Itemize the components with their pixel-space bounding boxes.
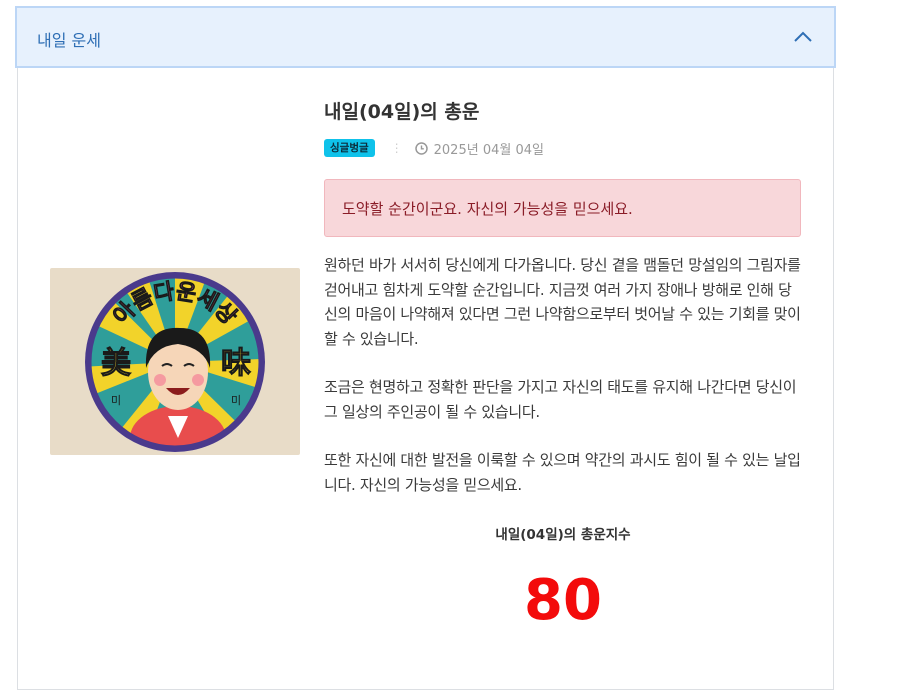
meta-divider: ⋮ bbox=[390, 141, 403, 155]
accordion-title: 내일 운세 bbox=[37, 31, 101, 50]
fortune-paragraph: 또한 자신에 대한 발전을 이룩할 수 있으며 약간의 과시도 힘이 될 수 있… bbox=[324, 451, 801, 494]
alert-message: 도약할 순간이군요. 자신의 가능성을 믿으세요. bbox=[324, 179, 801, 237]
accordion-header[interactable]: 내일 운세 bbox=[15, 6, 836, 68]
page-title: 내일(04일)의 총운 bbox=[324, 101, 480, 123]
fortune-card: 내일 운세 아름다운세상 美 味 미 미 내일(04일)의 총운 싱글벙글 ⋮ … bbox=[15, 6, 836, 690]
fortune-paragraph: 원하던 바가 서서히 당신에게 다가옵니다. 당신 곁을 맴돌던 망설임의 그림… bbox=[324, 256, 801, 348]
clock-icon bbox=[414, 141, 428, 155]
score-value: 80 bbox=[524, 568, 602, 633]
fortune-content: 내일(04일)의 총운 싱글벙글 ⋮ 2025년 04월 04일 도약할 순간이… bbox=[324, 97, 802, 629]
logo-right-sub: 미 bbox=[231, 394, 241, 407]
fortune-logo-image: 아름다운세상 美 味 미 미 bbox=[50, 268, 300, 455]
logo-left-char: 美 bbox=[101, 346, 131, 381]
logo-left-sub: 미 bbox=[111, 394, 121, 407]
post-meta: 싱글벙글 ⋮ 2025년 04월 04일 bbox=[324, 138, 802, 158]
score-label: 내일(04일)의 총운지수 bbox=[495, 527, 631, 543]
logo-right-char: 味 bbox=[221, 346, 251, 381]
status-badge: 싱글벙글 bbox=[324, 139, 375, 157]
fortune-paragraph: 조금은 현명하고 정확한 판단을 가지고 자신의 태도를 유지해 나간다면 당신… bbox=[324, 378, 797, 421]
chevron-up-icon[interactable] bbox=[792, 26, 814, 48]
post-date: 2025년 04월 04일 bbox=[433, 142, 544, 158]
